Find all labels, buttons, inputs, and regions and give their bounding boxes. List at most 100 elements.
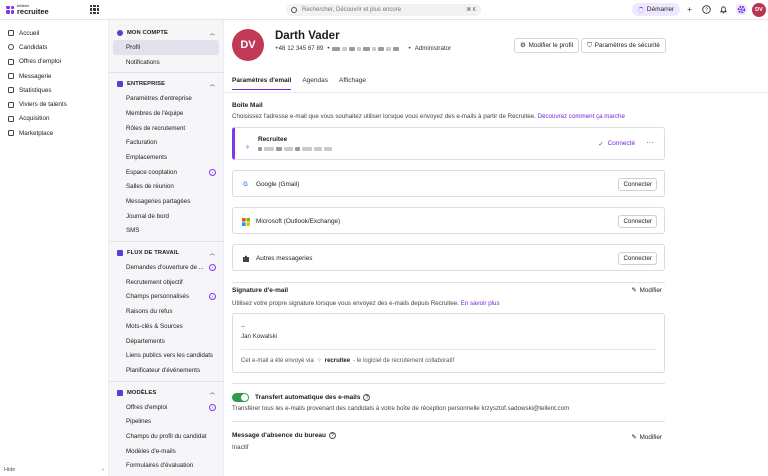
more-options-icon[interactable]: ··· [646, 138, 654, 147]
hide-sidebar-button[interactable]: Hide ‹ [4, 467, 104, 473]
profile-avatar[interactable]: DV [232, 29, 264, 61]
settings-item[interactable]: SMS [109, 224, 223, 239]
settings-item[interactable]: Pipelines [109, 414, 223, 429]
edit-label: Modifier [639, 434, 662, 441]
nav-item-marketplace[interactable]: Marketplace [0, 126, 108, 140]
connect-other-button[interactable]: Connecter [618, 252, 657, 265]
settings-item[interactable]: Rôles de recrutement [109, 121, 223, 136]
tab-display[interactable]: Affichage [339, 77, 366, 90]
settings-item[interactable]: Membres de l'équipe [109, 106, 223, 121]
settings-item[interactable]: Liens publics vers les candidats [109, 348, 223, 363]
settings-item[interactable]: Formulaires d'évaluation [109, 459, 223, 474]
nav-label: Viviers de talents [19, 101, 67, 109]
brand-name: recruitee [17, 7, 49, 16]
settings-item[interactable]: Champs du profil du candidat [109, 429, 223, 444]
settings-item[interactable]: Recrutement objectif [109, 275, 223, 290]
sent-brand: recruitee [324, 357, 351, 364]
mailbox-description: Choisissez l'adresse e-mail que vous sou… [232, 113, 625, 120]
connect-microsoft-button[interactable]: Connecter [618, 215, 657, 228]
settings-item[interactable]: Facturation [109, 135, 223, 150]
security-settings-button[interactable]: ⛉ Paramètres de sécurité [581, 38, 666, 53]
profile-name: Darth Vader [275, 30, 340, 42]
settings-item[interactable]: Planificateur d'événements [109, 363, 223, 378]
nav-item-accueil[interactable]: Accueil [0, 26, 108, 40]
edit-signature-button[interactable]: ✎ Modifier [631, 287, 662, 294]
nav-item-statistiques[interactable]: Statistiques [0, 83, 108, 97]
settings-item[interactable]: Raisons du refus [109, 304, 223, 319]
settings-item[interactable]: Mots-clés & Sources [109, 319, 223, 334]
settings-item[interactable]: Paramètres d'entreprise [109, 91, 223, 106]
building-icon [117, 81, 123, 88]
group-modeles[interactable]: MODÈLES ︿ [109, 386, 223, 400]
tab-calendars[interactable]: Agendas [302, 77, 328, 90]
absence-title: Message d'absence du bureau? [232, 432, 337, 439]
provider-card-google: G Google (Gmail) Connecter [232, 170, 665, 197]
user-avatar[interactable]: DV [752, 3, 766, 17]
settings-item-champs[interactable]: Champs personnalisés › [109, 290, 223, 305]
security-label: Paramètres de sécurité [594, 42, 660, 49]
app-logo[interactable]: tellent recruitee [6, 4, 49, 16]
settings-item-profil[interactable]: Profil [113, 40, 219, 55]
group-mon-compte[interactable]: MON COMPTE ︿ [109, 26, 223, 40]
recruitee-logo-icon: ⁘ [316, 358, 322, 364]
upgrade-icon: › [209, 168, 216, 176]
start-button[interactable]: Démarrer [632, 3, 680, 16]
absence-status: Inactif [232, 444, 249, 451]
provider-name: Google (Gmail) [256, 181, 300, 188]
store-icon [8, 130, 14, 137]
settings-item[interactable]: Modèles d'e-mails [109, 444, 223, 459]
provider-recruitee: ⁘ Recruitee [243, 134, 332, 152]
help-icon[interactable]: ? [363, 394, 371, 401]
nav-item-offres[interactable]: Offres d'emploi [0, 55, 108, 69]
absence-title-text: Message d'absence du bureau [232, 432, 327, 439]
forward-title-text: Transfert automatique des e-mails [255, 394, 361, 401]
settings-item[interactable]: Départements [109, 334, 223, 349]
redacted-info: • [327, 45, 399, 52]
connect-google-button[interactable]: Connecter [618, 178, 657, 191]
settings-item-notifications[interactable]: Notifications [109, 55, 223, 70]
pencil-icon: ✎ [631, 287, 637, 294]
svg-text:?: ? [705, 7, 708, 13]
learn-how-link[interactable]: Découvrez comment ça marche [538, 113, 625, 120]
nav-item-acquisition[interactable]: Acquisition [0, 112, 108, 126]
forward-toggle[interactable] [232, 393, 249, 402]
provider-card-recruitee[interactable]: ⁘ Recruitee ✓ Connecté ··· [232, 127, 665, 160]
user-icon [117, 30, 123, 36]
nav-item-candidats[interactable]: Candidats [0, 40, 108, 54]
signature-name: Jan Kowalski [241, 333, 278, 340]
search-input[interactable]: Rechercher, Découvrir et plus encore ⌘ K [286, 4, 481, 16]
nav-item-viviers[interactable]: Viviers de talents [0, 97, 108, 111]
pencil-icon: ✎ [631, 434, 637, 441]
settings-item-offres-modeles[interactable]: Offres d'emploi › [109, 400, 223, 415]
briefcase-icon [8, 58, 14, 65]
group-entreprise[interactable]: ENTREPRISE ︿ [109, 77, 223, 91]
tab-email-settings[interactable]: Paramètres d'email [232, 77, 292, 90]
bell-icon[interactable] [719, 5, 728, 14]
nav-item-messagerie[interactable]: Messagerie [0, 69, 108, 83]
signature-description-text: Utilisez votre propre signature lorsque … [232, 300, 459, 307]
nav-label: Acquisition [19, 115, 50, 123]
settings-item-demandes[interactable]: Demandes d'ouverture de ... › [109, 260, 223, 275]
group-flux-de-travail[interactable]: FLUX DE TRAVAIL ︿ [109, 246, 223, 260]
help-icon[interactable]: ? [702, 5, 711, 14]
settings-item[interactable]: Emplacements [109, 150, 223, 165]
learn-more-link[interactable]: En savoir plus [461, 300, 500, 307]
help-icon[interactable]: ? [329, 432, 337, 439]
chevron-up-icon: ︿ [209, 81, 215, 88]
mail-icon [8, 73, 14, 80]
add-icon[interactable]: + [685, 5, 694, 14]
search-placeholder: Rechercher, Découvrir et plus encore [302, 7, 402, 13]
apps-grid-icon[interactable] [90, 5, 99, 14]
settings-item[interactable]: Salles de réunion [109, 180, 223, 195]
edit-absence-button[interactable]: ✎ Modifier [631, 434, 662, 441]
settings-item[interactable]: Journal de bord [109, 209, 223, 224]
recruitee-logo-icon: ⁘ [244, 145, 251, 151]
gear-icon[interactable] [736, 4, 747, 15]
edit-profile-button[interactable]: ⚙ Modifier le profil [514, 38, 580, 53]
main-content: DV Darth Vader +48 12 345 67 89 • • Admi… [224, 20, 768, 476]
chevron-up-icon: ︿ [209, 30, 215, 37]
settings-item[interactable]: Messageries partagées [109, 194, 223, 209]
settings-item-cooptation[interactable]: Espace cooptation › [109, 165, 223, 180]
top-bar: tellent recruitee Rechercher, Découvrir … [0, 0, 768, 20]
chart-icon [8, 87, 14, 94]
